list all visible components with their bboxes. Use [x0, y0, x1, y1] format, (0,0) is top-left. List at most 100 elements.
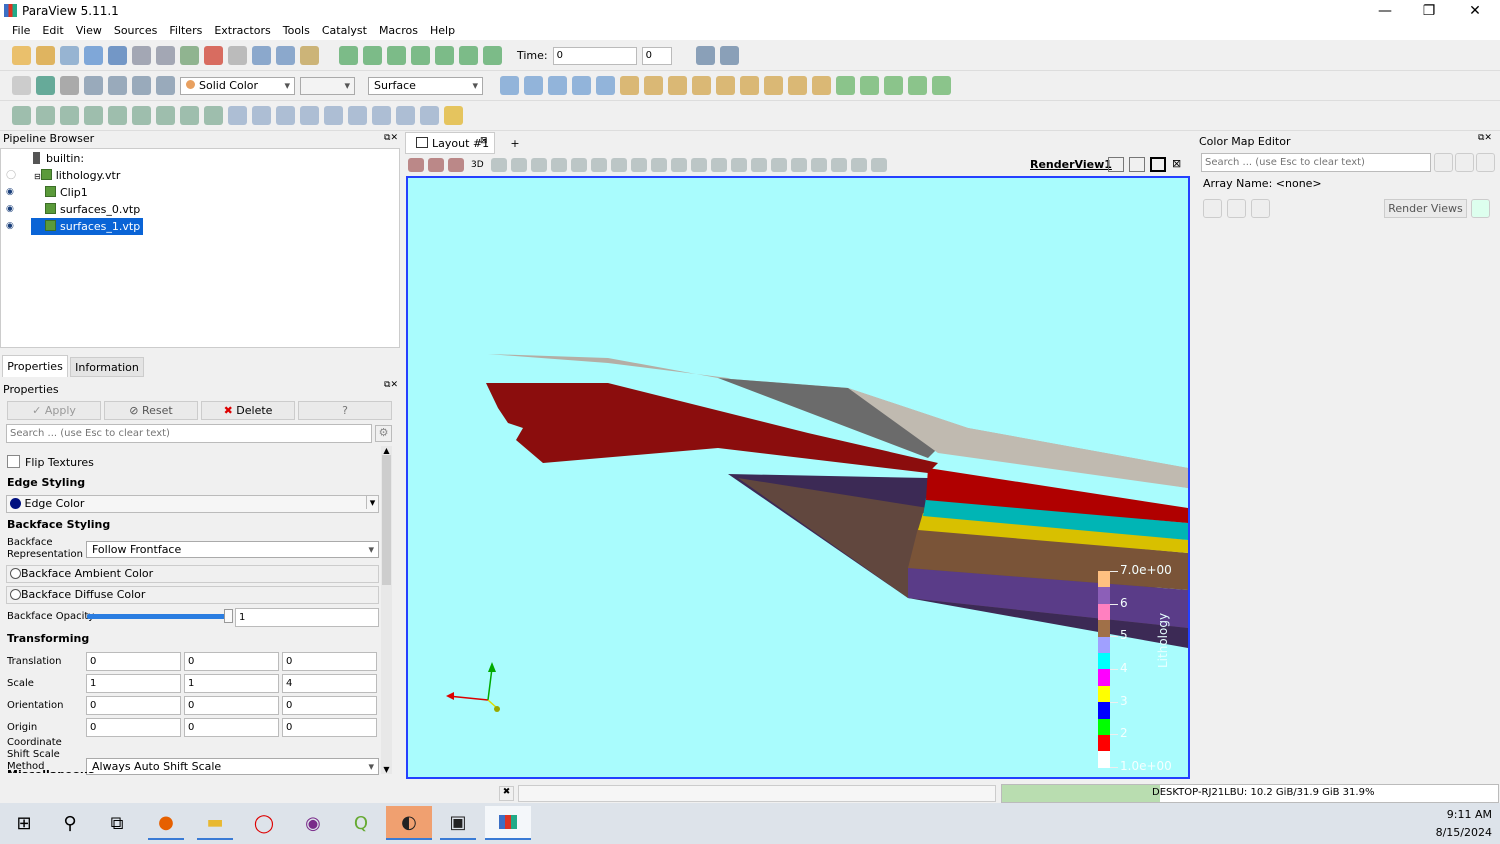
toggle-selection-icon[interactable]	[750, 158, 767, 172]
camera-icon[interactable]	[448, 158, 464, 172]
gear-icon[interactable]	[1434, 153, 1453, 172]
isometric-icon[interactable]	[764, 76, 783, 95]
menu-tools[interactable]: Tools	[277, 22, 316, 40]
close-button[interactable]: ✕	[1452, 0, 1498, 22]
render-views-button[interactable]: Render Views	[1384, 199, 1467, 218]
view-minus-y-icon[interactable]	[692, 76, 711, 95]
menu-view[interactable]: View	[70, 22, 108, 40]
eye-visible-icon[interactable]: ◉	[6, 204, 14, 214]
view-plus-y-icon[interactable]	[668, 76, 687, 95]
edit-colormap-icon[interactable]	[60, 76, 79, 95]
origin-input-y[interactable]	[184, 718, 279, 737]
next-frame-icon[interactable]	[435, 46, 454, 65]
collapse-icon[interactable]: ⊟	[34, 172, 41, 181]
zoom-to-data-icon[interactable]	[719, 46, 739, 65]
menu-file[interactable]: File	[6, 22, 36, 40]
menu-sources[interactable]: Sources	[108, 22, 164, 40]
reverse-play-icon[interactable]	[387, 46, 406, 65]
eye-hidden-icon[interactable]: ◯	[6, 170, 16, 180]
select-points-icon[interactable]	[530, 158, 547, 172]
rotate-ccw-icon[interactable]	[812, 76, 831, 95]
delete-button[interactable]: ✖ Delete	[201, 401, 295, 420]
plus-icon[interactable]	[830, 158, 847, 172]
disconnect-icon[interactable]	[156, 46, 175, 65]
split-vertical-icon[interactable]	[1129, 157, 1145, 172]
terminal-icon[interactable]: ▣	[440, 806, 476, 840]
save-data-icon[interactable]	[60, 46, 79, 65]
reset-camera-closest-icon[interactable]	[524, 76, 543, 95]
glyph-icon[interactable]	[156, 106, 175, 125]
pipeline-item-clip1[interactable]: Clip1	[45, 184, 88, 201]
ruler-icon[interactable]	[444, 106, 463, 125]
subtract-selection-icon[interactable]	[730, 158, 747, 172]
github-desktop-icon[interactable]: ◉	[295, 806, 331, 840]
select-frustum-icon[interactable]	[550, 158, 567, 172]
backface-diffuse-color-button[interactable]: Backface Diffuse Color	[6, 586, 379, 604]
grow-selection-icon[interactable]	[650, 158, 667, 172]
clip-icon[interactable]	[60, 106, 79, 125]
orientation-input-x[interactable]	[86, 696, 181, 715]
center-axes-icon[interactable]	[860, 76, 879, 95]
save-icon[interactable]	[1455, 153, 1474, 172]
undo-icon[interactable]	[204, 46, 223, 65]
color-by-select[interactable]: Solid Color	[180, 76, 295, 95]
maximize-view-icon[interactable]	[1150, 157, 1166, 172]
flip-textures-checkbox[interactable]	[7, 455, 20, 468]
properties-search-input[interactable]	[6, 424, 372, 443]
warp-icon[interactable]	[204, 106, 223, 125]
edge-color-button[interactable]: Edge Color ▾	[6, 495, 379, 513]
time-index-spinbox[interactable]	[641, 46, 672, 65]
panel-close-icon[interactable]: ⧉✕	[384, 380, 398, 390]
open-folder-icon[interactable]	[36, 46, 55, 65]
ruler-icon[interactable]	[810, 158, 827, 172]
scale-input-x[interactable]	[86, 674, 181, 693]
rotate-cw-icon[interactable]	[788, 76, 807, 95]
close-tab-icon[interactable]: ⊠	[480, 136, 488, 146]
translation-input-z[interactable]	[282, 652, 377, 671]
calculator-icon[interactable]	[12, 106, 31, 125]
view-minus-z-icon[interactable]	[740, 76, 759, 95]
close-view-icon[interactable]: ⊠	[1172, 157, 1181, 170]
add-selection-icon[interactable]	[710, 158, 727, 172]
slice-icon[interactable]	[84, 106, 103, 125]
contour-icon[interactable]	[36, 106, 55, 125]
find-data-icon[interactable]	[695, 46, 715, 65]
previous-frame-icon[interactable]	[363, 46, 382, 65]
backface-ambient-color-button[interactable]: Backface Ambient Color	[6, 565, 379, 583]
obs-icon[interactable]: ◐	[386, 806, 432, 840]
eye-visible-icon[interactable]: ◉	[6, 221, 14, 231]
menu-macros[interactable]: Macros	[373, 22, 424, 40]
orientation-input-y[interactable]	[184, 696, 279, 715]
pick-center-icon[interactable]	[884, 76, 903, 95]
file-explorer-icon[interactable]: ▬	[197, 806, 233, 840]
menu-filters[interactable]: Filters	[163, 22, 208, 40]
clear-output-icon[interactable]: ✖	[499, 786, 514, 801]
rescale-visible-icon[interactable]	[156, 76, 175, 95]
menu-help[interactable]: Help	[424, 22, 461, 40]
tab-layout-1[interactable]: Layout #1 ⊠	[405, 132, 495, 154]
toggle-icon[interactable]	[12, 76, 31, 95]
python-calc-icon[interactable]	[348, 106, 367, 125]
menu-extractors[interactable]: Extractors	[208, 22, 276, 40]
pipeline-item-surfaces-0[interactable]: surfaces_0.vtp	[45, 201, 140, 218]
tensor-glyph-icon[interactable]	[372, 106, 391, 125]
menu-edit[interactable]: Edit	[36, 22, 69, 40]
redo-icon[interactable]	[228, 46, 247, 65]
stream-tracer-icon[interactable]	[180, 106, 199, 125]
rescale-custom-icon[interactable]	[108, 76, 127, 95]
zoom-to-box-icon[interactable]	[548, 76, 567, 95]
play-icon[interactable]	[411, 46, 430, 65]
render-view[interactable]: 7.0e+00 6 5 4 3 2 1.0e+00 Lithology	[406, 176, 1190, 779]
connect-icon[interactable]	[132, 46, 151, 65]
backface-opacity-input[interactable]	[235, 608, 379, 627]
task-view-icon[interactable]: ⧉	[99, 806, 135, 840]
clock-time[interactable]: 9:11 AM	[1420, 808, 1492, 821]
menu-catalyst[interactable]: Catalyst	[316, 22, 373, 40]
hover-cells-icon[interactable]	[630, 158, 647, 172]
gear-icon[interactable]: ⚙	[375, 425, 392, 442]
load-state-icon[interactable]	[108, 46, 127, 65]
search-icon[interactable]: ⚲	[52, 806, 88, 840]
maximize-button[interactable]: ❐	[1406, 0, 1452, 22]
add-layout-tab-button[interactable]: +	[502, 134, 528, 154]
zoom-closest-icon[interactable]	[572, 76, 591, 95]
